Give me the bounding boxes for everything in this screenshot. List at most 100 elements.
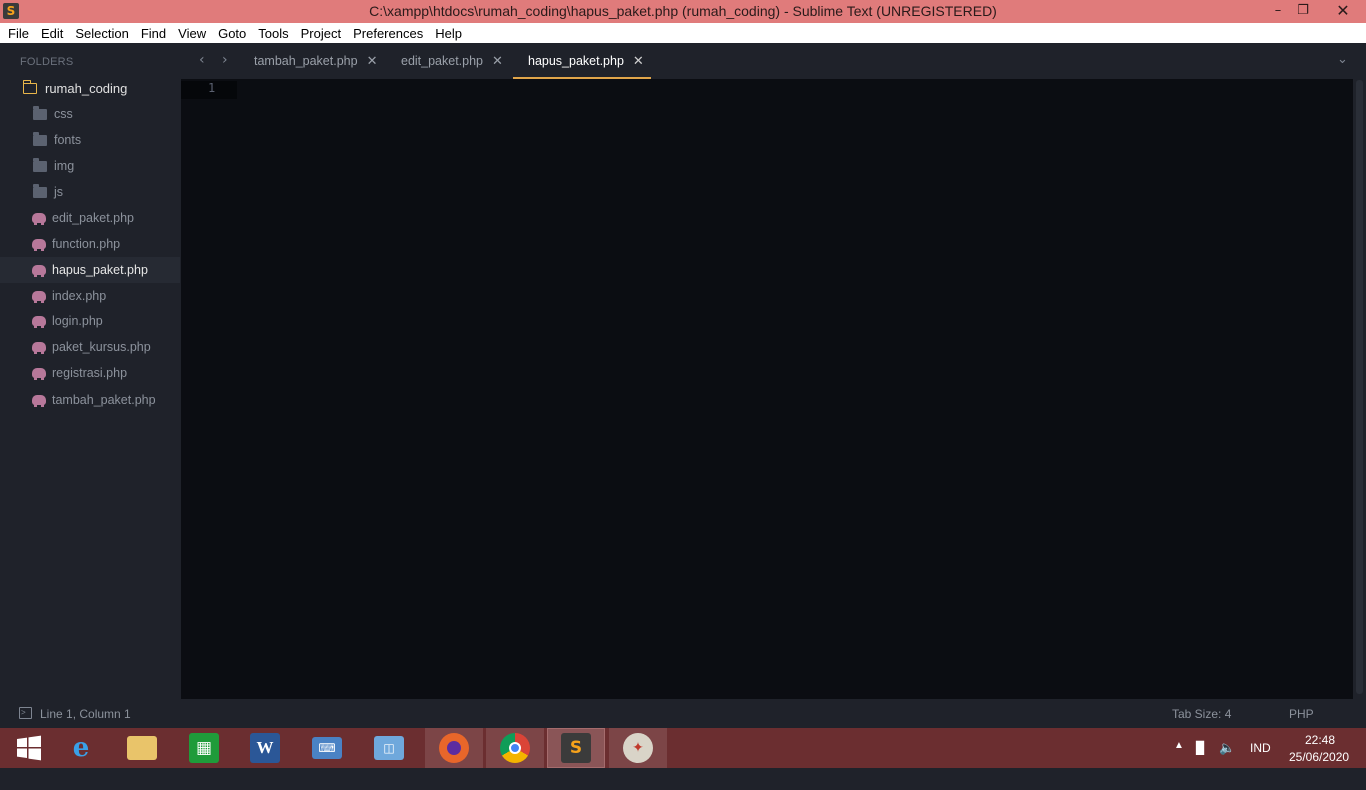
taskbar-paint[interactable]: ✦ xyxy=(609,728,667,768)
tree-root-folder[interactable]: rumah_coding xyxy=(0,75,180,101)
taskbar-firefox[interactable] xyxy=(425,728,483,768)
line-number: 1 xyxy=(208,81,216,95)
tree-label: hapus_paket.php xyxy=(52,263,148,277)
menu-selection[interactable]: Selection xyxy=(70,26,133,41)
menu-view[interactable]: View xyxy=(173,26,211,41)
tab-label: hapus_paket.php xyxy=(528,54,624,68)
php-elephant-icon xyxy=(32,395,46,407)
chevron-right-icon[interactable]: › xyxy=(222,52,228,68)
remote-desktop-icon: ⌨ xyxy=(312,737,342,759)
tree-label: login.php xyxy=(52,314,103,328)
close-tab-icon[interactable]: ✕ xyxy=(633,53,644,69)
taskbar-network-computer[interactable]: ◫ xyxy=(360,728,418,768)
paint-icon: ✦ xyxy=(623,733,653,763)
tree-label: registrasi.php xyxy=(52,366,128,380)
menu-tools[interactable]: Tools xyxy=(253,26,293,41)
tree-folder-img[interactable]: img xyxy=(0,153,180,179)
folder-icon xyxy=(33,183,47,198)
title-bar: S C:\xampp\htdocs\rumah_coding\hapus_pak… xyxy=(0,0,1366,23)
php-elephant-icon xyxy=(32,265,46,277)
menu-bar: File Edit Selection Find View Goto Tools… xyxy=(0,23,1366,43)
tree-folder-fonts[interactable]: fonts xyxy=(0,127,180,153)
tree-file-selected[interactable]: hapus_paket.php xyxy=(0,257,180,283)
tab-bar: ‹ › tambah_paket.php ✕ edit_paket.php ✕ … xyxy=(180,43,1366,79)
chevron-left-icon[interactable]: ‹ xyxy=(199,52,205,68)
code-editor[interactable]: 1 xyxy=(181,79,1353,699)
close-tab-icon[interactable]: ✕ xyxy=(492,53,503,69)
network-computer-icon: ◫ xyxy=(374,736,404,760)
file-explorer-icon xyxy=(127,736,157,760)
menu-file[interactable]: File xyxy=(3,26,34,41)
close-tab-icon[interactable]: ✕ xyxy=(367,53,378,69)
start-button[interactable] xyxy=(0,728,58,768)
windows-start-icon xyxy=(17,735,41,761)
clock-date[interactable]: 25/06/2020 xyxy=(1289,750,1349,790)
php-elephant-icon xyxy=(32,213,46,225)
sidebar: FOLDERS rumah_coding css fonts img js ed… xyxy=(0,43,180,699)
word-icon: W xyxy=(250,733,280,763)
cursor-position[interactable]: Line 1, Column 1 xyxy=(40,707,131,721)
tree-label: index.php xyxy=(52,289,107,303)
taskbar-sublime-text[interactable]: S xyxy=(547,728,605,768)
window-title: C:\xampp\htdocs\rumah_coding\hapus_paket… xyxy=(369,3,997,19)
taskbar-word[interactable]: W xyxy=(236,728,294,768)
internet-explorer-icon: e xyxy=(72,733,90,763)
maximize-icon[interactable]: ❐ xyxy=(1290,0,1316,23)
menu-help[interactable]: Help xyxy=(430,26,467,41)
tree-label: js xyxy=(54,185,64,199)
tree-file[interactable]: tambah_paket.php xyxy=(0,387,180,413)
php-elephant-icon xyxy=(32,342,46,354)
taskbar-remote-desktop[interactable]: ⌨ xyxy=(298,728,356,768)
tree-label: edit_paket.php xyxy=(52,211,135,225)
tree-label: css xyxy=(54,107,73,121)
minimize-icon[interactable]: – xyxy=(1265,0,1291,23)
tree-file[interactable]: function.php xyxy=(0,231,180,257)
tree-file[interactable]: login.php xyxy=(0,308,180,334)
tree-label: fonts xyxy=(54,133,82,147)
taskbar-internet-explorer[interactable]: e xyxy=(52,728,110,768)
php-elephant-icon xyxy=(32,239,46,251)
php-elephant-icon xyxy=(32,368,46,380)
tree-file[interactable]: paket_kursus.php xyxy=(0,334,180,360)
windows-taskbar: e ▦ W ⌨ ◫ S ✦ ▲ ▉ 🔈 IND 22:48 25/06/2020 xyxy=(0,728,1366,768)
menu-preferences[interactable]: Preferences xyxy=(348,26,428,41)
chevron-up-icon[interactable]: ▲ xyxy=(1174,740,1184,780)
chrome-icon xyxy=(500,733,530,763)
taskbar-store[interactable]: ▦ xyxy=(175,728,233,768)
network-signal-icon[interactable]: ▉ xyxy=(1196,741,1205,781)
tree-file[interactable]: edit_paket.php xyxy=(0,205,180,231)
menu-goto[interactable]: Goto xyxy=(213,26,251,41)
tree-file[interactable]: registrasi.php xyxy=(0,360,180,386)
store-icon: ▦ xyxy=(189,733,219,763)
menu-find[interactable]: Find xyxy=(136,26,171,41)
input-language[interactable]: IND xyxy=(1250,741,1271,781)
tab-edit-paket[interactable]: edit_paket.php ✕ xyxy=(401,43,503,79)
tree-label: function.php xyxy=(52,237,121,251)
tab-tambah-paket[interactable]: tambah_paket.php ✕ xyxy=(254,43,377,79)
syntax-setting[interactable]: PHP xyxy=(1289,707,1314,721)
folder-open-icon xyxy=(22,79,37,94)
tree-label: tambah_paket.php xyxy=(52,393,156,407)
folder-icon xyxy=(33,105,47,120)
taskbar-file-explorer[interactable] xyxy=(113,728,171,768)
php-elephant-icon xyxy=(32,291,46,303)
tree-file[interactable]: index.php xyxy=(0,283,180,309)
tree-folder-css[interactable]: css xyxy=(0,101,180,127)
status-bar: > Line 1, Column 1 Tab Size: 4 PHP xyxy=(0,699,1366,728)
close-icon[interactable]: ✕ xyxy=(1320,0,1366,23)
scrollbar-thumb[interactable] xyxy=(1356,80,1363,694)
tab-size-setting[interactable]: Tab Size: 4 xyxy=(1172,707,1231,721)
folder-icon xyxy=(33,131,47,146)
menu-edit[interactable]: Edit xyxy=(36,26,68,41)
php-elephant-icon xyxy=(32,316,46,328)
tree-label: rumah_coding xyxy=(45,80,128,96)
chevron-down-icon[interactable]: ⌄ xyxy=(1337,52,1348,67)
tree-label: img xyxy=(54,159,75,173)
taskbar-chrome[interactable] xyxy=(486,728,544,768)
tree-folder-js[interactable]: js xyxy=(0,179,180,205)
tab-hapus-paket[interactable]: hapus_paket.php ✕ xyxy=(528,43,644,79)
console-icon[interactable]: > xyxy=(19,707,32,719)
menu-project[interactable]: Project xyxy=(296,26,346,41)
sublime-text-icon: S xyxy=(561,733,591,763)
volume-icon[interactable]: 🔈 xyxy=(1219,740,1235,780)
